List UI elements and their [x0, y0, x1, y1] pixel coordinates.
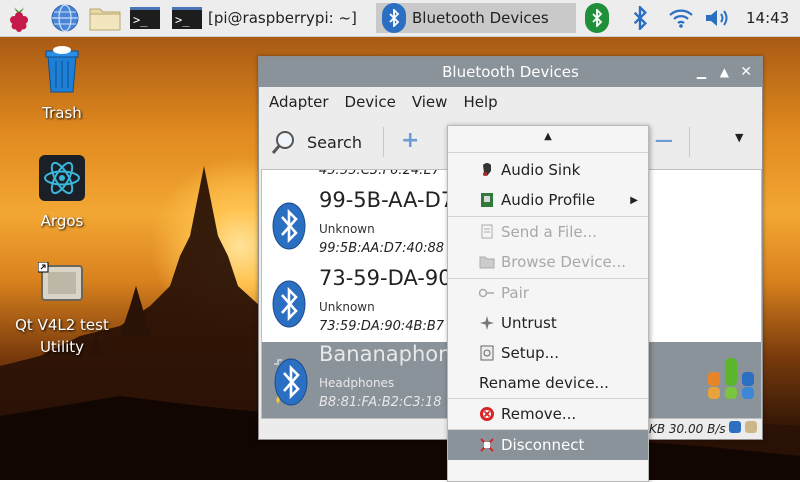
- search-label: Search: [307, 132, 362, 152]
- remove-device-icon[interactable]: −: [653, 128, 675, 154]
- desktop-icon-qt-v4l2[interactable]: Qt V4L2 test Utility: [12, 261, 112, 358]
- card-icon: [479, 192, 495, 208]
- remove-icon: [479, 406, 495, 422]
- wifi-icon[interactable]: [668, 0, 694, 36]
- menu-item-pair[interactable]: Pair: [448, 278, 648, 308]
- adapter-info-icon: [745, 421, 757, 433]
- taskbar-bluetooth-window[interactable]: Bluetooth Devices: [376, 3, 576, 33]
- menu-item-audio-profile[interactable]: Audio Profile ▶: [448, 185, 648, 215]
- scroll-up-arrow-icon[interactable]: ▲: [448, 126, 648, 148]
- close-icon[interactable]: ✕: [740, 57, 752, 87]
- menu-view[interactable]: View: [412, 93, 448, 111]
- device-type: Headphones: [319, 376, 395, 390]
- taskbar-bluetooth-label: Bluetooth Devices: [412, 9, 549, 27]
- menu-item-label: Setup...: [501, 344, 559, 362]
- send-file-icon: [479, 224, 495, 240]
- device-address: 99:5B:AA:D7:40:88: [319, 241, 445, 256]
- window-titlebar[interactable]: Bluetooth Devices ▁ ▲ ✕: [259, 57, 762, 87]
- menu-item-audio-sink[interactable]: Audio Sink: [448, 155, 648, 185]
- key-icon: [479, 285, 495, 301]
- clock[interactable]: 14:43: [746, 0, 789, 36]
- menu-item-disconnect[interactable]: Disconnect: [448, 430, 648, 460]
- window-title: Bluetooth Devices: [442, 63, 579, 81]
- search-icon: [271, 131, 294, 154]
- desktop-icon-argos[interactable]: Argos: [12, 154, 112, 232]
- folder-icon: [479, 254, 495, 270]
- menu-item-label: Send a File...: [501, 223, 597, 241]
- terminal-launcher-icon[interactable]: >_: [130, 3, 160, 33]
- toolbar-overflow-chevron-icon[interactable]: ▼: [735, 131, 743, 144]
- transfer-rate: KB 30.00 B/s: [649, 422, 726, 436]
- taskbar-terminal-label: [pi@raspberrypi: ~]: [208, 9, 357, 27]
- device-context-menu: ▲ Audio Sink Audio Profile ▶ Send a File…: [447, 125, 649, 482]
- search-button[interactable]: Search: [271, 129, 362, 155]
- desktop-icon-label: Argos: [40, 212, 84, 230]
- menu-item-rename-device[interactable]: Rename device...: [448, 368, 648, 398]
- setup-icon: [479, 345, 495, 361]
- bluetooth-device-icon: [272, 202, 306, 250]
- taskbar-terminal-window[interactable]: >_ [pi@raspberrypi: ~]: [172, 3, 372, 33]
- bluetooth-icon: [382, 3, 406, 33]
- menu-item-send-file[interactable]: Send a File...: [448, 217, 648, 247]
- terminal-icon: >_: [130, 7, 160, 29]
- bluetooth-manager-tray-icon[interactable]: [585, 0, 609, 36]
- device-type: Unknown: [319, 222, 375, 236]
- menu-device[interactable]: Device: [345, 93, 396, 111]
- menu-item-label: Pair: [501, 284, 529, 302]
- menu-item-untrust[interactable]: Untrust: [448, 308, 648, 338]
- menu-adapter[interactable]: Adapter: [269, 93, 329, 111]
- device-name: Bananaphone: [319, 342, 465, 366]
- menu-help[interactable]: Help: [463, 93, 497, 111]
- minimize-icon[interactable]: ▁: [697, 57, 706, 87]
- toolbar-separator: [383, 127, 384, 157]
- desktop-icon-label: Qt V4L2 test Utility: [15, 316, 109, 356]
- menu-item-label: Audio Profile: [501, 191, 596, 209]
- menu-item-label: Disconnect: [501, 436, 585, 454]
- device-name: 99-5B-AA-D7: [319, 188, 455, 212]
- disconnect-icon: [479, 437, 495, 453]
- add-device-icon[interactable]: +: [401, 130, 419, 152]
- menu-bar: Adapter Device View Help: [259, 87, 762, 117]
- star-icon: [479, 315, 495, 331]
- speaker-icon: [479, 162, 495, 178]
- submenu-arrow-icon: ▶: [630, 194, 638, 206]
- device-type: Unknown: [319, 300, 375, 314]
- menu-item-label: Browse Device...: [501, 253, 626, 271]
- device-address: B8:81:FA:B2:C3:18: [319, 395, 442, 410]
- web-browser-icon[interactable]: [50, 3, 80, 33]
- menu-separator: [448, 152, 648, 153]
- menu-item-label: Remove...: [501, 405, 577, 423]
- desktop-icon-label: Trash: [42, 104, 82, 122]
- adapter-status-icon: [729, 421, 741, 433]
- menu-item-label: Untrust: [501, 314, 557, 332]
- menu-item-browse-device[interactable]: Browse Device...: [448, 247, 648, 277]
- terminal-icon: >_: [172, 7, 202, 29]
- bluetooth-tray-icon[interactable]: [632, 0, 648, 36]
- menu-item-setup[interactable]: Setup...: [448, 338, 648, 368]
- device-name: 73-59-DA-90-: [319, 266, 460, 290]
- device-address: 73:59:DA:90:4B:B7: [319, 319, 445, 334]
- bluetooth-applet-icon: [585, 3, 609, 33]
- menu-item-remove[interactable]: Remove...: [448, 399, 648, 429]
- maximize-icon[interactable]: ▲: [720, 57, 729, 87]
- taskbar: >_ >_ [pi@raspberrypi: ~] Bluetooth Devi…: [0, 0, 800, 37]
- webcam-icon: [37, 261, 83, 301]
- raspberry-menu-icon[interactable]: [6, 3, 32, 33]
- menu-item-label: Rename device...: [479, 374, 609, 392]
- file-manager-icon[interactable]: [88, 3, 122, 33]
- trash-icon: [45, 46, 79, 93]
- volume-icon[interactable]: [704, 0, 732, 36]
- signal-strength-icon: [708, 358, 754, 399]
- bluetooth-device-icon: [272, 280, 306, 328]
- atom-icon: [39, 155, 85, 201]
- device-address: 45:55:C3:F6:24:E7: [319, 169, 441, 178]
- desktop-icon-trash[interactable]: Trash: [12, 44, 112, 124]
- menu-item-label: Audio Sink: [501, 161, 581, 179]
- toolbar-separator: [689, 127, 690, 157]
- bluetooth-device-icon: [274, 358, 308, 406]
